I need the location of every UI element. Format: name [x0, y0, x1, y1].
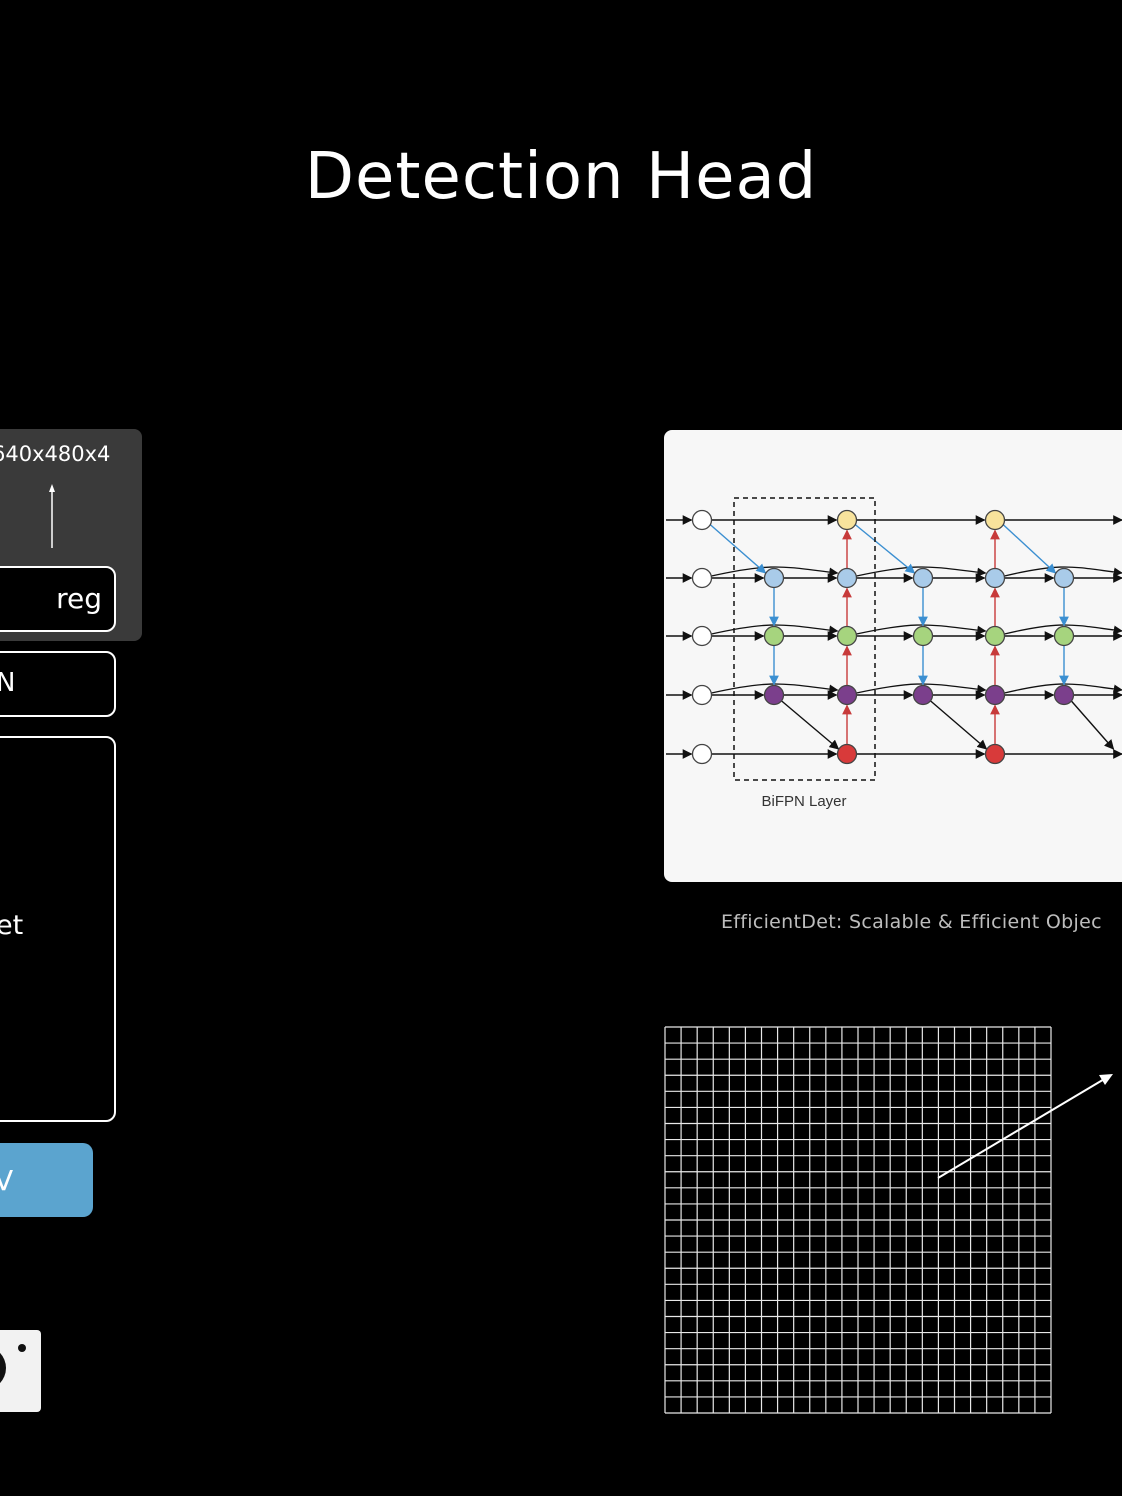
bifpn-output-node: [984, 743, 1006, 765]
bifpn-diagonal-edge: [1069, 699, 1115, 750]
bifpn-intermediate-node: [763, 684, 785, 706]
camera-icon: [0, 1330, 41, 1412]
backbone-label: et: [0, 910, 24, 941]
neck-label: N: [0, 668, 16, 698]
input-label: V: [0, 1164, 14, 1197]
bifpn-layer-label: BiFPN Layer: [761, 793, 846, 810]
bifpn-input-node: [691, 625, 713, 647]
bifpn-output-node: [984, 567, 1006, 589]
neck-block: [0, 651, 116, 717]
bifpn-intermediate-node: [1053, 625, 1075, 647]
bifpn-output-node: [984, 509, 1006, 531]
bifpn-output-node: [836, 743, 858, 765]
slide-title: Detection Head: [304, 140, 818, 214]
bifpn-intermediate-node: [763, 567, 785, 589]
bifpn-intermediate-node: [912, 625, 934, 647]
input-block: [0, 1143, 93, 1217]
bifpn-output-node: [984, 625, 1006, 647]
bifpn-intermediate-node: [763, 625, 785, 647]
bifpn-input-node: [691, 684, 713, 706]
bifpn-output-node: [836, 509, 858, 531]
bifpn-output-node: [836, 567, 858, 589]
camera-flash-dot: [18, 1344, 26, 1352]
bifpn-intermediate-node: [912, 684, 934, 706]
bifpn-output-node: [836, 625, 858, 647]
bifpn-input-node: [691, 567, 713, 589]
bifpn-topdown-edge: [1002, 523, 1057, 574]
bifpn-diagram: BiFPN Layer: [666, 497, 1122, 810]
bifpn-output-node: [836, 684, 858, 706]
bifpn-diagonal-edge: [929, 699, 988, 750]
bifpn-input-node: [691, 743, 713, 765]
output-dimensions: 640x480x4: [0, 442, 111, 466]
arrow-up-icon: [49, 484, 55, 548]
arrow-up-right-icon: [937, 1074, 1113, 1179]
figure-caption: EfficientDet: Scalable & Efficient Objec: [721, 911, 1102, 933]
bifpn-nodes: [691, 509, 1075, 765]
bifpn-topdown-edge: [854, 523, 916, 574]
reg-head-label: reg: [56, 582, 102, 615]
bifpn-input-node: [691, 509, 713, 531]
bifpn-intermediate-node: [1053, 567, 1075, 589]
bifpn-intermediate-node: [912, 567, 934, 589]
bifpn-intermediate-node: [1053, 684, 1075, 706]
bifpn-diagonal-edge: [780, 699, 840, 750]
bifpn-output-node: [984, 684, 1006, 706]
bifpn-topdown-edge: [709, 523, 767, 574]
